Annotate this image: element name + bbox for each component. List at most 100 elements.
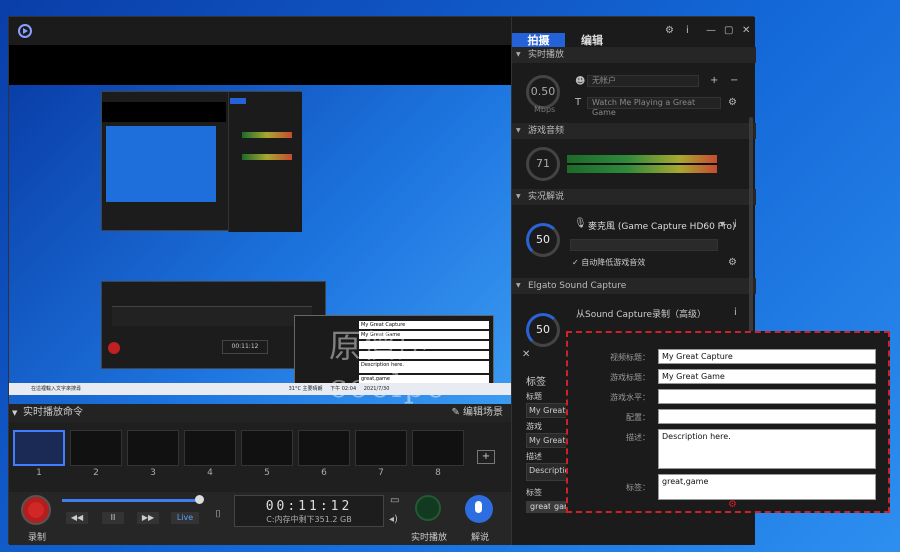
sound-capture-info-icon[interactable]: i [734, 307, 737, 318]
live-button[interactable]: Live [171, 512, 199, 524]
tags-header: 标签 [526, 377, 546, 388]
record-label: 录制 [28, 533, 47, 543]
popup-label: 配置： [626, 413, 650, 422]
control-bar: 录制 ◀◀ II ▶▶ Live ⌷ 00:11:12 C:内存中剩下351.2… [9, 492, 511, 545]
scene-thumb-8[interactable] [412, 430, 464, 466]
captured-taskbar: 在這裡輸入文字來搜尋 31°C 主要晴朗 下午 02:04 2021/7/30 [9, 383, 511, 395]
capture-preview[interactable]: 00:11:12 My Great Capture My Great Game … [9, 45, 511, 405]
scene-list: 1 2 3 4 5 6 7 8 + [9, 422, 511, 492]
minimize-icon[interactable]: — [706, 25, 716, 36]
captured-desktop: 00:11:12 My Great Capture My Great Game … [9, 85, 511, 405]
tags-input[interactable]: great,game [658, 474, 876, 500]
scene-thumb-4[interactable] [184, 430, 236, 466]
remove-icon[interactable]: − [730, 75, 738, 86]
mic-volume-dial[interactable]: 50 [526, 223, 560, 257]
chevron-down-icon[interactable]: ▾ [720, 219, 725, 230]
commentary-label: 解说 [471, 533, 490, 543]
config-input[interactable] [658, 409, 876, 424]
game-title-input[interactable]: My Great Game [658, 369, 876, 384]
scene-thumb-6[interactable] [298, 430, 350, 466]
sound-capture-option[interactable]: 从Sound Capture录制（高级） [576, 307, 706, 320]
scene-number: 5 [264, 468, 270, 478]
scene-number: 7 [378, 468, 384, 478]
titlebar [9, 17, 511, 45]
section-sound-capture[interactable]: Elgato Sound Capture [512, 278, 756, 294]
pause-button[interactable]: II [102, 512, 124, 524]
game-label: 游戏 [526, 422, 542, 431]
stream-unit: Mbps [534, 105, 556, 114]
scene-number: 3 [150, 468, 156, 478]
scene-thumb-5[interactable] [241, 430, 293, 466]
mic-settings-gear-icon[interactable]: ⚙ [728, 257, 737, 268]
app-logo-icon [18, 24, 32, 38]
gear-icon[interactable]: ⚙ [665, 25, 674, 36]
sound-capture-dial[interactable]: 50 [526, 313, 560, 347]
scene-number: 8 [435, 468, 441, 478]
settings-gear-icon[interactable]: ⚙ [728, 97, 737, 108]
nested-window-2: 00:11:12 [101, 281, 326, 369]
scene-bar-title: 实时播放命令 [23, 407, 83, 418]
info-icon[interactable]: i [686, 25, 689, 36]
section-commentary[interactable]: 实况解说 [512, 189, 756, 205]
maximize-icon[interactable]: ▢ [724, 25, 733, 36]
scene-bar: ▼ 实时播放命令 ✎ 编辑场景 [9, 404, 511, 422]
taskbar-search: 在這裡輸入文字來搜尋 [31, 386, 82, 392]
mic-device-name[interactable]: 麥克風 (Game Capture HD60 Pro) [588, 219, 735, 232]
timer-display: 00:11:12 C:内存中剩下351.2 GB [234, 495, 384, 527]
tags-label: 标签 [526, 488, 542, 497]
description-textarea[interactable]: Description here. [658, 429, 876, 469]
stream-button[interactable] [415, 495, 441, 521]
volume-slider-knob[interactable] [195, 495, 204, 504]
stream-bitrate-dial[interactable]: 0.50 [526, 75, 560, 109]
screenshot-icon[interactable]: ⌷ [215, 509, 221, 520]
add-icon[interactable]: + [710, 75, 718, 86]
collapse-icon[interactable]: ▼ [12, 404, 17, 422]
game-level-input[interactable] [658, 389, 876, 404]
speaker-icon[interactable]: ◂) [389, 514, 398, 525]
scene-number: 4 [207, 468, 213, 478]
record-button[interactable] [21, 495, 51, 525]
commentary-button[interactable] [465, 495, 493, 523]
section-game-audio[interactable]: 游戏音频 [512, 123, 756, 139]
rewind-button[interactable]: ◀◀ [66, 512, 88, 524]
scene-number: 6 [321, 468, 327, 478]
scene-thumb-7[interactable] [355, 430, 407, 466]
auto-duck-label: 自动降低游戏音效 [581, 258, 646, 267]
scene-thumb-2[interactable] [70, 430, 122, 466]
add-scene-icon[interactable]: + [477, 450, 495, 464]
game-volume-dial[interactable]: 71 [526, 147, 560, 181]
title-label: 标题 [526, 392, 542, 401]
popup-label: 标签： [626, 483, 650, 492]
volume-slider[interactable] [62, 499, 200, 502]
description-label: 描述 [526, 452, 542, 461]
metadata-popup: 视频标题： My Great Capture 游戏标题： My Great Ga… [566, 331, 890, 513]
account-select[interactable]: 无帐户 [587, 75, 699, 87]
monitor-icon[interactable]: ▭ [390, 495, 399, 506]
popup-label: 视频标题： [610, 353, 650, 362]
scene-thumb-3[interactable] [127, 430, 179, 466]
mic-info-icon[interactable]: i [734, 219, 737, 230]
video-title-input[interactable]: My Great Capture [658, 349, 876, 364]
game-audio-meter [567, 155, 717, 173]
auto-duck-checkbox[interactable]: ✓ 自动降低游戏音效 [572, 257, 645, 268]
forward-button[interactable]: ▶▶ [137, 512, 159, 524]
popup-label: 游戏标题： [610, 373, 650, 382]
stream-title-input[interactable]: Watch Me Playing a Great Game [587, 97, 721, 117]
popup-pointer-gear-icon[interactable]: ⚙ [728, 499, 737, 510]
popup-label: 游戏水平： [610, 393, 650, 402]
mute-icon[interactable]: ✕ [522, 349, 530, 360]
edit-scenes-label: 编辑场景 [463, 407, 503, 418]
mic-level-meter [570, 239, 718, 251]
timer-value: 00:11:12 [265, 499, 353, 514]
edit-scenes-button[interactable]: ✎ 编辑场景 [451, 404, 503, 422]
mic-icon: 🎙 [574, 218, 587, 229]
popup-label: 描述： [626, 433, 650, 442]
close-icon[interactable]: ✕ [742, 25, 750, 36]
scene-thumb-1[interactable] [13, 430, 65, 466]
disk-space: C:内存中剩下351.2 GB [266, 515, 352, 524]
section-stream[interactable]: 实时播放 [512, 47, 756, 63]
text-icon: T [575, 97, 582, 108]
taskbar-time: 下午 02:04 [330, 386, 357, 392]
side-panel-scrollbar[interactable] [749, 117, 753, 337]
user-icon: ☻ [575, 76, 586, 87]
